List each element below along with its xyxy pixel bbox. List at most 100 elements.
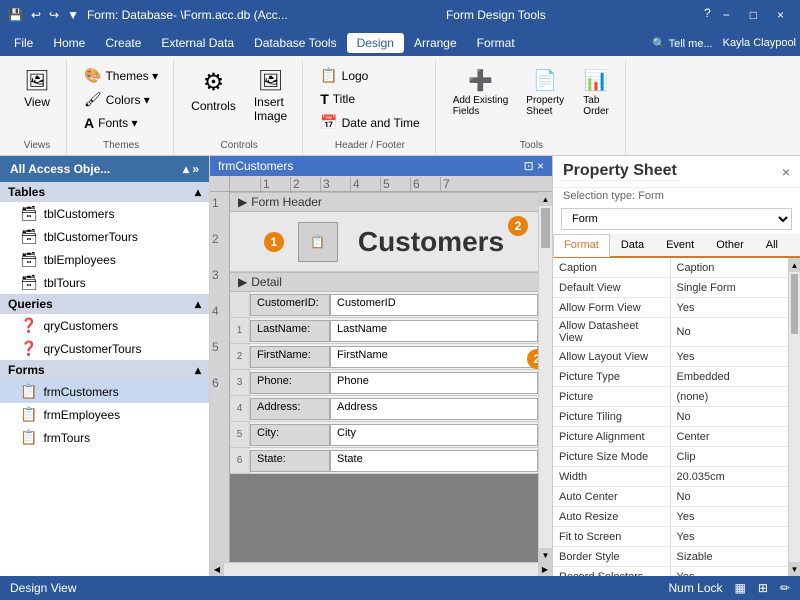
add-existing-fields-btn[interactable]: ➕ Add ExistingFields (446, 64, 516, 121)
prop-value-cell[interactable]: Yes (671, 507, 789, 526)
prop-tab-format[interactable]: Format (553, 234, 610, 257)
form-header-area[interactable]: 1 📋 Customers 2 (230, 212, 538, 272)
insert-image-btn[interactable]: 🖼 InsertImage (247, 64, 294, 127)
view-btn[interactable]: 🖼 View (16, 64, 58, 113)
menu-format[interactable]: Format (467, 33, 525, 53)
date-time-btn[interactable]: 📅 Date and Time (313, 111, 426, 134)
field-value-phone[interactable]: Phone (330, 372, 538, 394)
redo-btn[interactable]: ↪ (49, 8, 59, 22)
prop-scroll-up[interactable]: ▲ (789, 258, 800, 272)
prop-row[interactable]: Width 20.035cm (553, 467, 788, 487)
form-scrollbar-h[interactable]: ◀ ▶ (210, 562, 552, 576)
prop-row[interactable]: Picture Type Embedded (553, 367, 788, 387)
nav-item-qryCustomers[interactable]: ❓ qryCustomers (0, 314, 209, 337)
field-value-address[interactable]: Address (330, 398, 538, 420)
maximize-btn[interactable]: □ (742, 6, 765, 24)
nav-item-tblCustomers[interactable]: 🗃 tblCustomers (0, 202, 209, 225)
prop-value-cell[interactable]: Yes (671, 298, 789, 317)
prop-scroll-thumb[interactable] (791, 274, 798, 334)
field-value-customerid[interactable]: CustomerID (330, 294, 538, 316)
menu-design[interactable]: Design (347, 33, 404, 53)
prop-value-cell[interactable]: Single Form (671, 278, 789, 297)
prop-row[interactable]: Picture Alignment Center (553, 427, 788, 447)
close-btn[interactable]: × (769, 6, 792, 24)
form-scrollbar-v[interactable]: ▲ ▼ (538, 192, 552, 562)
themes-btn[interactable]: 🎨 Themes ▾ (77, 64, 165, 87)
field-value-lastname[interactable]: LastName (330, 320, 538, 342)
prop-tab-all[interactable]: All (755, 234, 789, 256)
prop-row[interactable]: Allow Form View Yes (553, 298, 788, 318)
prop-value-cell[interactable]: (none) (671, 387, 789, 406)
prop-value-cell[interactable]: Caption (671, 258, 789, 277)
scroll-up-arrow[interactable]: ▲ (539, 192, 552, 206)
menu-create[interactable]: Create (95, 33, 151, 53)
help-btn[interactable]: ? (704, 6, 711, 24)
nav-item-tblEmployees[interactable]: 🗃 tblEmployees (0, 248, 209, 271)
prop-row[interactable]: Fit to Screen Yes (553, 527, 788, 547)
prop-tab-other[interactable]: Other (705, 234, 755, 256)
prop-row[interactable]: Allow Layout View Yes (553, 347, 788, 367)
field-value-firstname[interactable]: FirstName 2 (330, 346, 538, 368)
field-label-state[interactable]: State: (250, 450, 330, 472)
prop-scrollbar-v[interactable]: ▲ ▼ (788, 258, 800, 576)
prop-value-cell[interactable]: Sizable (671, 547, 789, 566)
prop-value-cell[interactable]: No (671, 407, 789, 426)
scroll-right-arrow[interactable]: ▶ (538, 563, 552, 576)
controls-btn[interactable]: ⚙ Controls (184, 64, 243, 117)
form-header-control[interactable]: 📋 (298, 222, 338, 262)
prop-close-btn[interactable]: × (782, 164, 790, 180)
minimize-btn[interactable]: − (715, 6, 738, 24)
nav-item-frmCustomers[interactable]: 📋 frmCustomers (0, 380, 209, 403)
prop-row[interactable]: Caption Caption (553, 258, 788, 278)
prop-row[interactable]: Default View Single Form (553, 278, 788, 298)
nav-item-frmTours[interactable]: 📋 frmTours (0, 426, 209, 449)
prop-type-dropdown[interactable]: Form (561, 208, 792, 230)
field-label-address[interactable]: Address: (250, 398, 330, 420)
form-close-icon[interactable]: × (537, 159, 544, 173)
prop-value-cell[interactable]: Yes (671, 527, 789, 546)
nav-section-tables[interactable]: Tables ▴ (0, 182, 209, 202)
nav-section-queries[interactable]: Queries ▴ (0, 294, 209, 314)
fonts-btn[interactable]: A Fonts ▾ (77, 112, 165, 134)
prop-value-cell[interactable]: No (671, 318, 789, 346)
layout-view-btn[interactable]: ⊞ (758, 581, 768, 595)
nav-item-frmEmployees[interactable]: 📋 frmEmployees (0, 403, 209, 426)
prop-value-cell[interactable]: No (671, 487, 789, 506)
field-label-firstname[interactable]: FirstName: (250, 346, 330, 368)
property-sheet-btn[interactable]: 📄 PropertySheet (519, 64, 571, 121)
field-value-state[interactable]: State (330, 450, 538, 472)
design-view-btn[interactable]: ✏ (780, 581, 790, 595)
prop-row[interactable]: Auto Center No (553, 487, 788, 507)
prop-row[interactable]: Record Selectors Yes (553, 567, 788, 576)
prop-value-cell[interactable]: Embedded (671, 367, 789, 386)
prop-row[interactable]: Allow Datasheet View No (553, 318, 788, 347)
prop-value-cell[interactable]: Yes (671, 567, 789, 576)
table-view-btn[interactable]: ▦ (735, 581, 746, 595)
prop-value-cell[interactable]: Center (671, 427, 789, 446)
prop-tab-data[interactable]: Data (610, 234, 655, 256)
nav-section-forms[interactable]: Forms ▴ (0, 360, 209, 380)
colors-btn[interactable]: 🖌 Colors ▾ (77, 88, 165, 111)
prop-row[interactable]: Picture (none) (553, 387, 788, 407)
field-label-customerid[interactable]: CustomerID: (250, 294, 330, 316)
prop-row[interactable]: Picture Size Mode Clip (553, 447, 788, 467)
prop-row[interactable]: Auto Resize Yes (553, 507, 788, 527)
scroll-down-arrow[interactable]: ▼ (539, 548, 552, 562)
nav-item-tblCustomerTours[interactable]: 🗃 tblCustomerTours (0, 225, 209, 248)
dropdown-btn[interactable]: ▼ (67, 8, 79, 22)
menu-home[interactable]: Home (43, 33, 95, 53)
undo-btn[interactable]: ↩ (31, 8, 41, 22)
menu-file[interactable]: File (4, 33, 43, 53)
nav-item-tblTours[interactable]: 🗃 tblTours (0, 271, 209, 294)
prop-value-cell[interactable]: Yes (671, 347, 789, 366)
scroll-left-arrow[interactable]: ◀ (210, 563, 224, 576)
prop-value-cell[interactable]: Clip (671, 447, 789, 466)
tab-order-btn[interactable]: 📊 TabOrder (575, 64, 617, 121)
scroll-thumb[interactable] (541, 208, 550, 248)
logo-btn[interactable]: 📋 Logo (313, 64, 426, 87)
nav-item-qryCustomerTours[interactable]: ❓ qryCustomerTours (0, 337, 209, 360)
prop-row[interactable]: Picture Tiling No (553, 407, 788, 427)
field-value-city[interactable]: City (330, 424, 538, 446)
prop-scroll-down[interactable]: ▼ (789, 562, 800, 576)
field-label-city[interactable]: City: (250, 424, 330, 446)
